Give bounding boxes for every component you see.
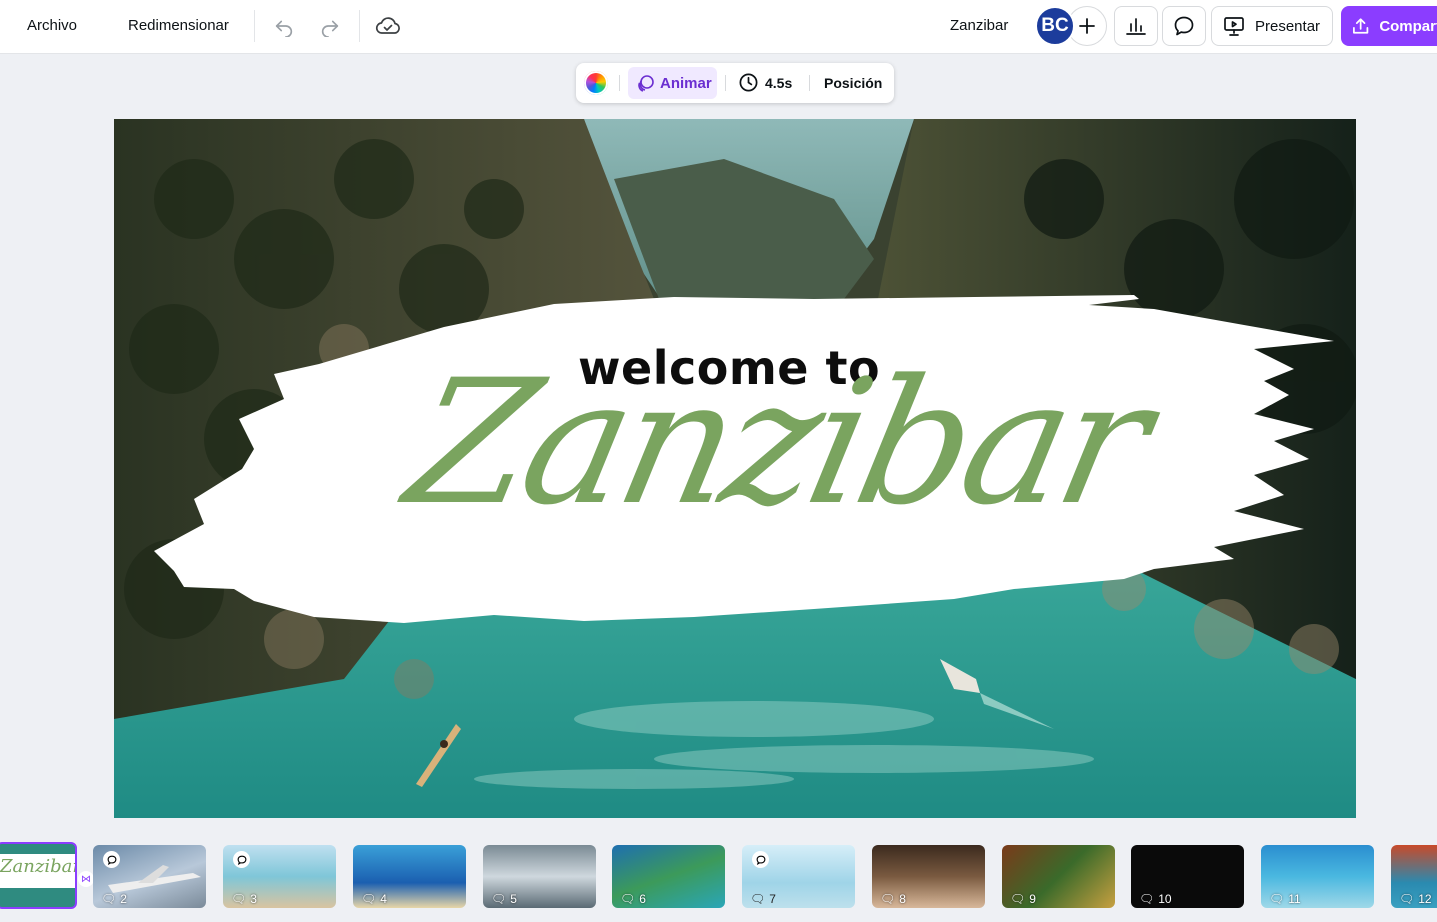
resize-menu[interactable]: Redimensionar [128,17,229,34]
thumbnail-title: Zanzibar [0,856,77,877]
insights-button[interactable] [1114,6,1158,46]
share-label: Compartir [1379,17,1437,35]
thumbnail-5[interactable]: 🗨 5 [483,845,596,908]
color-picker-icon[interactable] [584,71,608,95]
divider [359,10,360,42]
upload-icon [1353,18,1369,34]
design-title[interactable]: Zanzibar [950,17,1008,34]
thumbnail-8[interactable]: 🗨 8 [872,845,985,908]
slide-canvas[interactable]: welcome to Zanzibar [114,119,1356,818]
avatar[interactable]: BC [1035,6,1075,46]
undo-icon[interactable] [270,12,298,40]
cloud-saved-icon[interactable] [374,12,402,40]
divider [619,75,620,91]
page-thumbnails: Zanzibar ⋈ 🗨 2 🗨 3 🗨 4 🗨 5 🗨 6 🗨 7 🗨 8 🗨 9 🗨 10 🗨… [0,840,1437,922]
thumbnail-10[interactable]: 🗨 10 [1131,845,1244,908]
animate-label: Animar [660,74,712,92]
duration-value: 4.5s [765,74,793,91]
duration-button[interactable]: 4.5s [738,72,792,93]
thumbnail-7[interactable]: 🗨 7 [742,845,855,908]
thumbnail-3[interactable]: 🗨 3 [223,845,336,908]
comment-icon [233,851,250,868]
top-bar: Archivo Redimensionar Zanzibar BC Presen… [0,0,1437,54]
thumbnail-4[interactable]: 🗨 4 [353,845,466,908]
thumbnail-2[interactable]: 🗨 2 [93,845,206,908]
file-menu[interactable]: Archivo [27,17,77,34]
thumbnail-6[interactable]: 🗨 6 [612,845,725,908]
present-icon: 🗨 [101,892,117,906]
present-button[interactable]: Presentar [1211,6,1333,46]
add-transition-icon[interactable]: ⋈ [78,871,94,887]
thumbnail-11[interactable]: 🗨 11 [1261,845,1374,908]
element-toolbar: Animar 4.5s Posición [576,63,894,103]
plus-icon [1079,18,1095,34]
comment-icon [752,851,769,868]
clock-icon [739,73,758,92]
comment-icon [103,851,120,868]
animate-button[interactable]: Animar [628,67,717,99]
thumbnail-12[interactable]: 🗨 12 [1391,845,1437,908]
animate-icon [638,75,654,92]
thumbnail-9[interactable]: 🗨 9 [1002,845,1115,908]
present-icon [1224,17,1244,36]
share-button[interactable]: Compartir [1341,6,1437,46]
title-text[interactable]: Zanzibar [393,342,1161,543]
divider [254,10,255,42]
redo-icon[interactable] [316,12,344,40]
divider [809,75,810,91]
divider [725,75,726,91]
thumbnail-1[interactable]: Zanzibar [0,842,77,909]
comments-button[interactable] [1162,6,1206,46]
present-label: Presentar [1255,17,1321,35]
position-button[interactable]: Posición [824,75,882,91]
comment-icon [1174,16,1194,36]
bar-chart-icon [1126,18,1146,35]
